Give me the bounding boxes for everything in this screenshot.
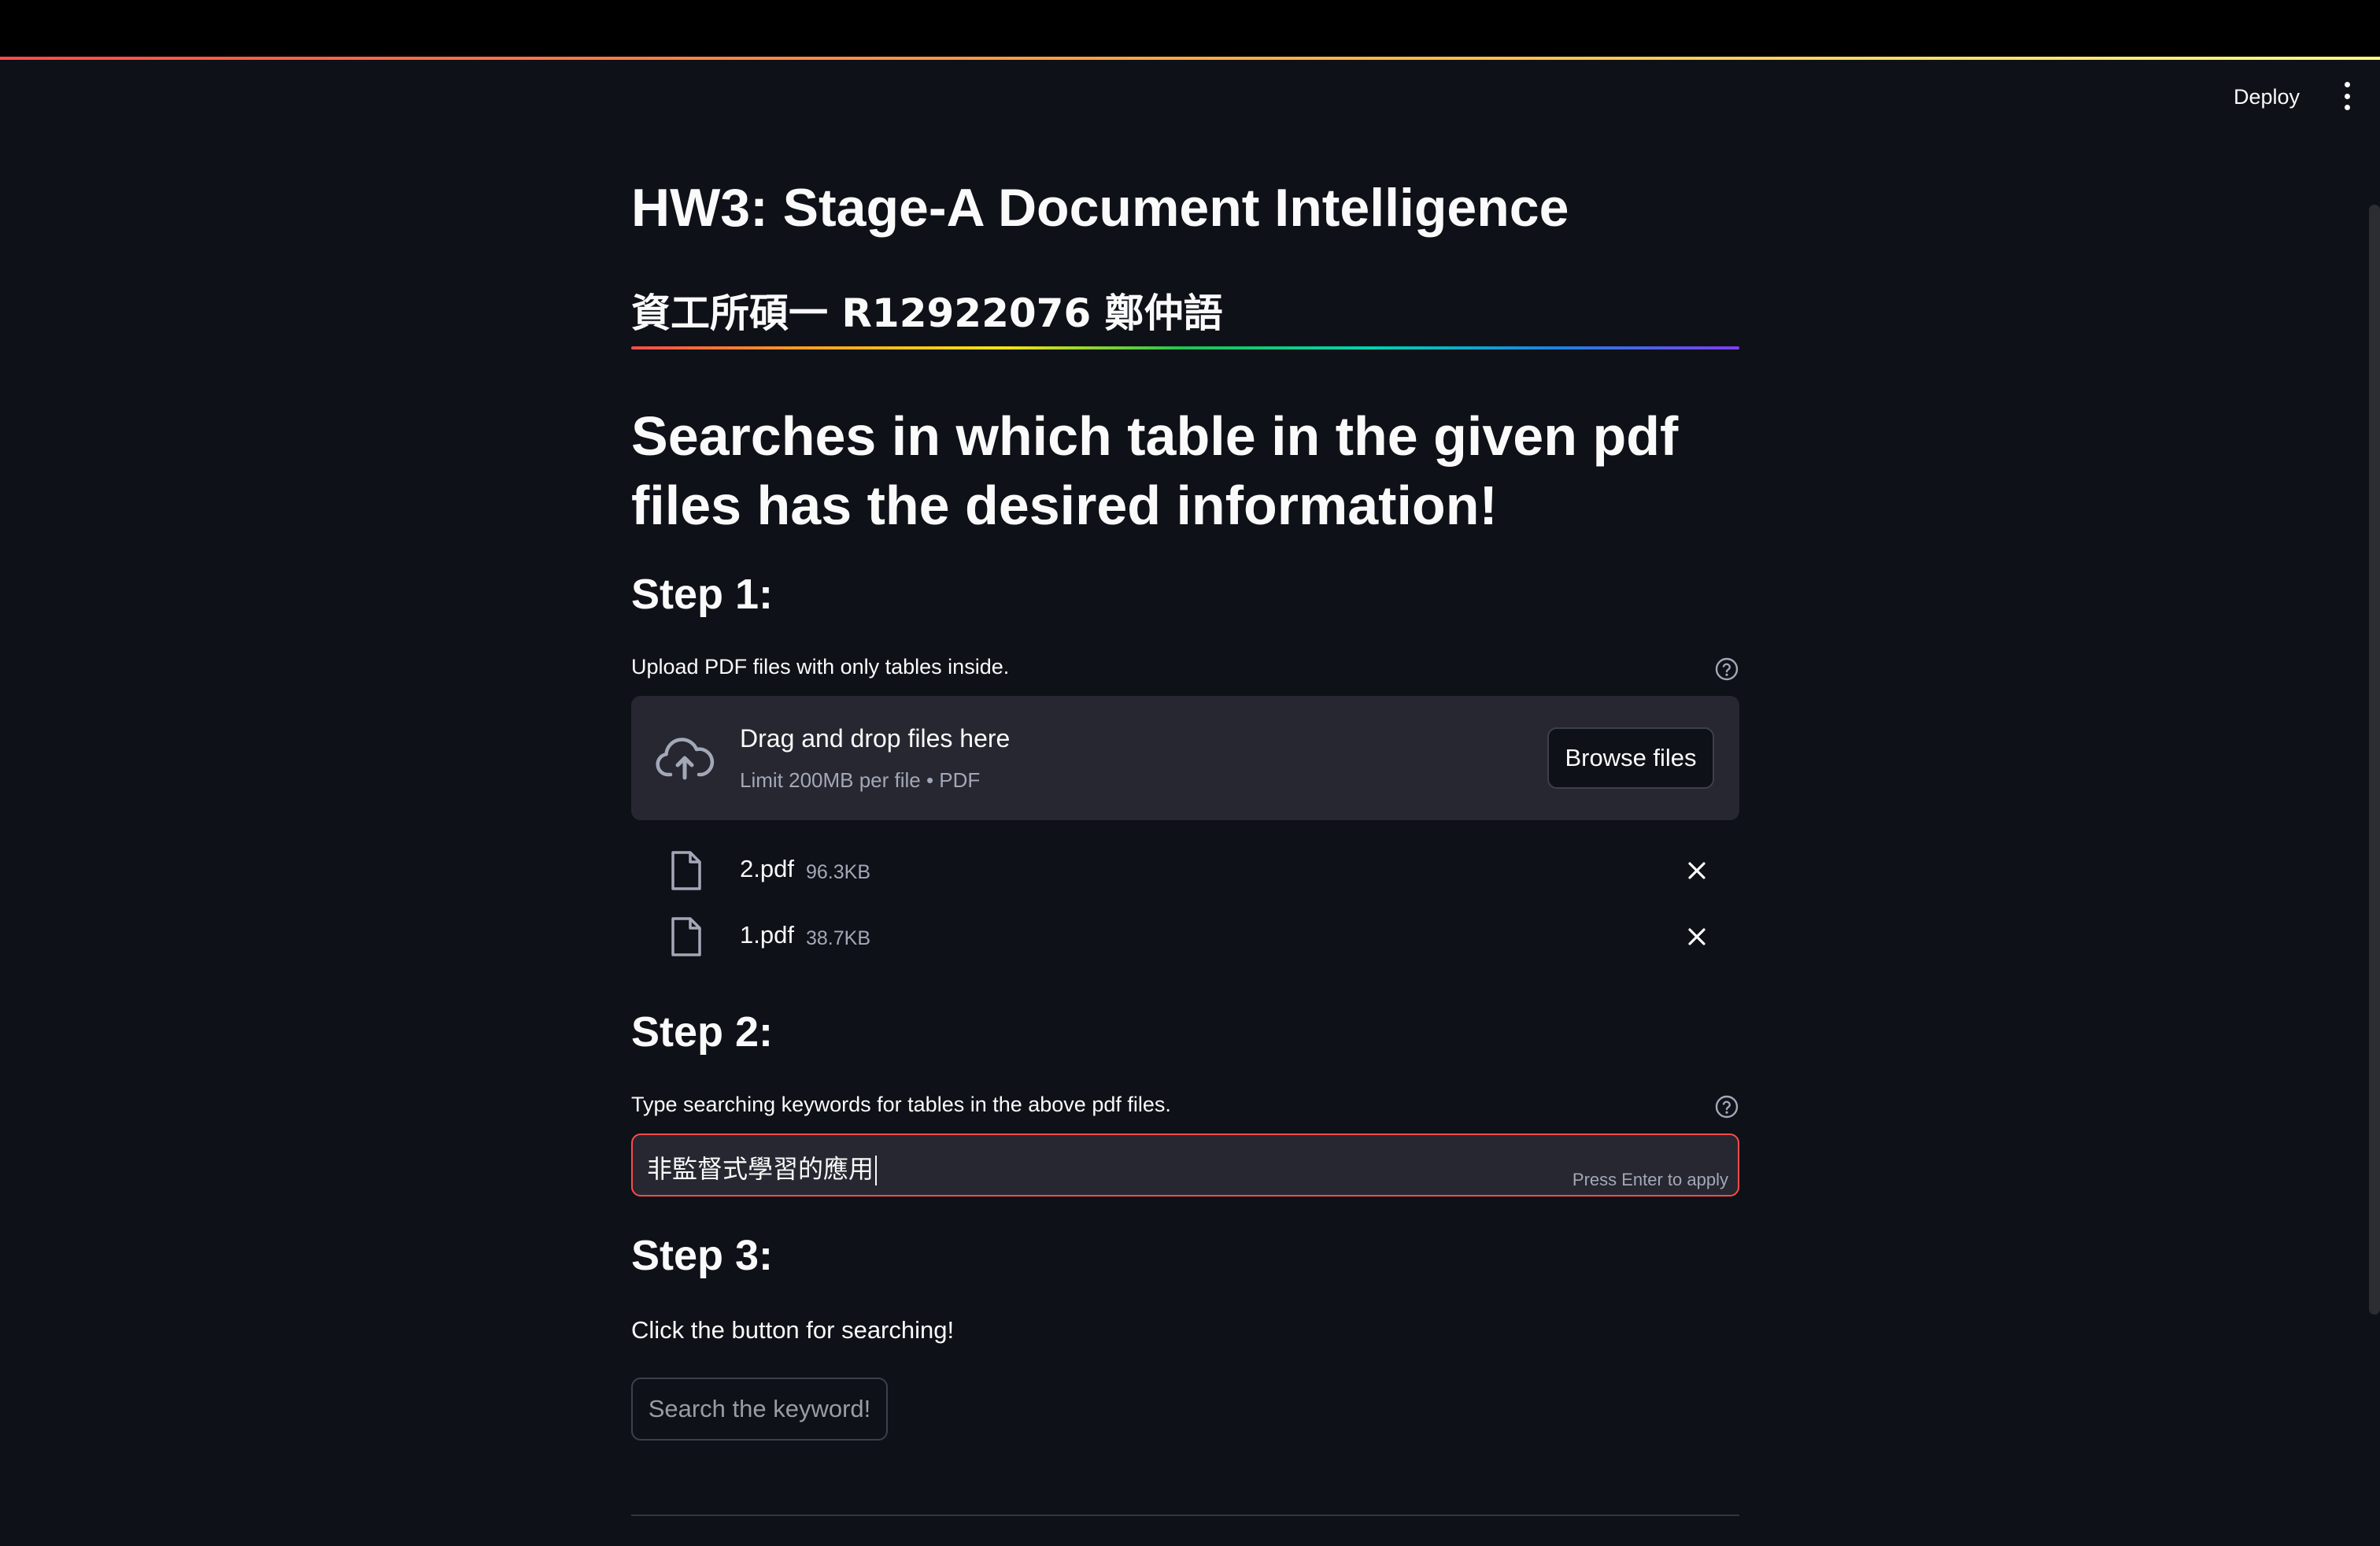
file-dropzone[interactable]: Drag and drop files here Limit 200MB per… [631,696,1739,820]
page-subtitle: 資工所碩一 R12922076 鄭仲語 [631,290,1223,336]
step2-heading: Step 2: [631,1008,774,1056]
deploy-button[interactable]: Deploy [2229,79,2304,116]
step3-heading: Step 3: [631,1232,774,1279]
dropzone-title: Drag and drop files here [740,724,1011,753]
page-title: HW3: Stage-A Document Intelligence [631,178,1569,238]
kebab-menu-icon[interactable] [2341,82,2353,110]
page-headline: Searches in which table in the given pdf… [631,405,1679,536]
uploaded-file-item: 1.pdf 38.7KB [631,905,1739,968]
file-name: 2.pdf [740,855,794,882]
help-icon[interactable] [1714,656,1739,682]
text-caret [875,1156,878,1185]
remove-file-icon[interactable] [1683,856,1711,885]
file-size: 38.7KB [806,927,871,949]
search-keyword-button[interactable]: Search the keyword! [631,1378,888,1441]
scrollbar[interactable] [2369,205,2380,1315]
keyword-input[interactable]: 非監督式學習的應用 Press Enter to apply [631,1134,1739,1196]
help-icon[interactable] [1714,1094,1739,1119]
keyword-input-value[interactable]: 非監督式學習的應用 [647,1149,878,1185]
browser-top-bar [0,0,2380,58]
file-size: 96.3KB [806,861,871,883]
dropzone-limit-text: Limit 200MB per file • PDF [740,768,981,792]
rainbow-divider [631,346,1739,350]
browse-files-button[interactable]: Browse files [1547,727,1714,789]
uploaded-file-item: 2.pdf 96.3KB [631,839,1739,902]
app-decoration-line [0,57,2380,60]
file-icon [671,851,701,890]
file-icon [671,917,701,956]
app-header: Deploy [2065,60,2380,132]
remove-file-icon[interactable] [1683,923,1711,951]
file-name: 1.pdf [740,921,794,949]
keyword-label: Type searching keywords for tables in th… [631,1093,1171,1116]
cloud-upload-icon [656,738,715,780]
press-enter-hint: Press Enter to apply [1572,1170,1728,1189]
section-divider [631,1515,1739,1516]
step3-instruction: Click the button for searching! [631,1316,955,1344]
step1-heading: Step 1: [631,571,774,618]
upload-label: Upload PDF files with only tables inside… [631,655,1010,679]
